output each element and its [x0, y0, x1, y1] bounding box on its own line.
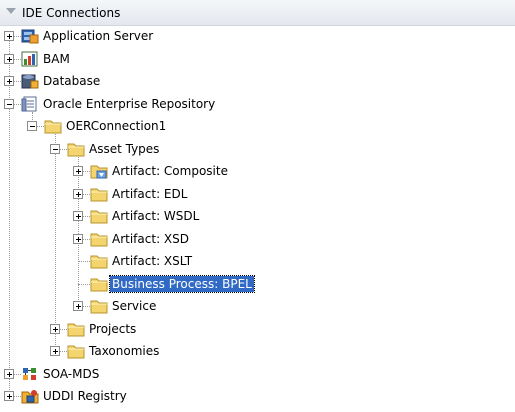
connections-tree[interactable]: Application Server BAM Database Oracle E… [0, 26, 515, 412]
expand-plus-icon[interactable] [4, 53, 14, 64]
collapse-minus-icon[interactable] [4, 98, 14, 109]
tree-node-label[interactable]: Artifact: Composite [110, 163, 230, 179]
expand-plus-icon[interactable] [73, 301, 83, 311]
expand-plus-icon[interactable] [50, 346, 60, 356]
expand-plus-icon[interactable] [50, 323, 60, 334]
tree-node-label[interactable]: Artifact: XSLT [110, 253, 194, 269]
tree-node-label[interactable]: Application Server [41, 28, 155, 44]
tree-node-label[interactable]: Asset Types [87, 141, 161, 157]
folder-icon [90, 253, 108, 269]
tree-node-label[interactable]: Artifact: XSD [110, 231, 191, 247]
collapse-minus-icon[interactable] [50, 143, 60, 154]
tree-node-bam[interactable] [0, 49, 515, 69]
folder-icon [67, 343, 85, 359]
tree-node-label[interactable]: Oracle Enterprise Repository [41, 96, 217, 112]
expand-plus-icon[interactable] [4, 76, 14, 86]
ide-connections-header[interactable]: IDE Connections [0, 0, 515, 26]
tree-node-label[interactable]: Artifact: EDL [110, 186, 189, 202]
uddi-registry-icon [21, 388, 39, 404]
folder-icon [90, 276, 108, 292]
tree-node-label[interactable]: SOA-MDS [41, 366, 101, 382]
tree-connector-line [78, 261, 90, 262]
folder-icon [90, 208, 108, 224]
folder-icon [90, 298, 108, 314]
tree-node-label[interactable]: Taxonomies [87, 343, 161, 359]
repository-icon [21, 96, 39, 112]
folder-icon [90, 186, 108, 202]
folder-icon [67, 321, 85, 337]
expand-plus-icon[interactable] [73, 211, 83, 221]
database-icon [21, 73, 39, 89]
folder-icon [44, 118, 62, 134]
expand-plus-icon[interactable] [73, 166, 83, 176]
expand-plus-icon[interactable] [73, 233, 83, 244]
tree-connector-line [78, 283, 90, 285]
tree-node-label[interactable]: OERConnection1 [64, 118, 168, 134]
folder-icon [67, 141, 85, 157]
tree-node-label[interactable]: Service [110, 298, 158, 314]
folder-icon [90, 231, 108, 247]
panel-title: IDE Connections [22, 6, 121, 20]
tree-node-label[interactable]: Business Process: BPEL [109, 274, 255, 293]
composite-icon [90, 163, 108, 179]
application-server-icon [21, 28, 39, 44]
collapse-minus-icon[interactable] [27, 121, 37, 131]
tree-node-label[interactable]: UDDI Registry [41, 388, 129, 404]
expand-plus-icon[interactable] [73, 188, 83, 199]
tree-node-label[interactable]: BAM [41, 51, 72, 67]
expand-plus-icon[interactable] [4, 368, 14, 379]
tree-node-label[interactable]: Artifact: WSDL [110, 208, 201, 224]
soa-mds-icon [21, 366, 39, 382]
bam-icon [21, 51, 39, 67]
expand-plus-icon[interactable] [4, 31, 14, 41]
tree-node-label[interactable]: Database [41, 73, 102, 89]
expand-plus-icon[interactable] [4, 391, 14, 401]
tree-node-label[interactable]: Projects [87, 321, 138, 337]
collapse-arrow-icon[interactable] [6, 8, 16, 14]
